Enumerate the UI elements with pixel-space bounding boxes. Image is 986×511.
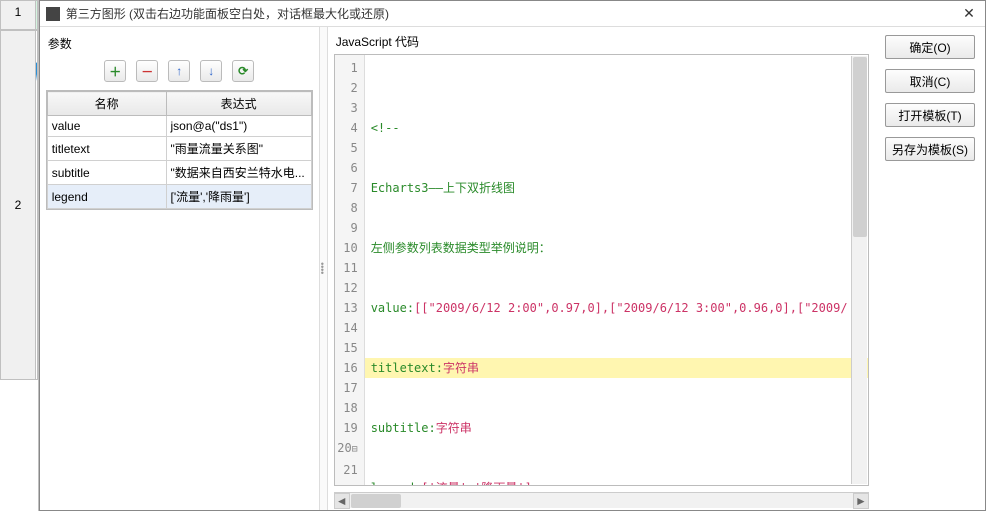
move-down-button[interactable]: ↓ (200, 60, 222, 82)
shield-icon (36, 41, 37, 131)
cell-thumbnail-1[interactable] (36, 1, 37, 29)
splitter-handle[interactable]: •••• (320, 27, 328, 510)
close-icon[interactable]: ✕ (959, 5, 979, 22)
code-panel: JavaScript 代码 12345678910111213141516171… (328, 27, 875, 510)
row-number-2[interactable]: 2 (1, 31, 36, 379)
cancel-button[interactable]: 取消(C) (885, 69, 975, 93)
dialog-buttons-panel: 确定(O) 取消(C) 打开模板(T) 另存为模板(S) (875, 27, 985, 510)
third-party-graphic-dialog: 第三方图形 (双击右边功能面板空白处，对话框最大化或还原) ✕ 参数 ＋ － ↑… (39, 0, 986, 511)
col-header-name[interactable]: 名称 (47, 92, 166, 116)
line-gutter: 1234567891011121314151617181920⊟21 (335, 55, 365, 485)
delete-button[interactable]: － (136, 60, 158, 82)
cell-thumbnail-2[interactable] (36, 31, 37, 379)
table-row-selected: legend['流量','降雨量'] (47, 185, 311, 209)
code-heading: JavaScript 代码 (328, 27, 875, 54)
ok-button[interactable]: 确定(O) (885, 35, 975, 59)
table-row: subtitle"数据来自西安兰特水电... (47, 161, 311, 185)
save-template-button[interactable]: 另存为模板(S) (885, 137, 975, 161)
scroll-left-icon[interactable]: ◄ (334, 493, 350, 509)
dialog-icon (46, 7, 60, 21)
worksheet-left-strip: 1 2 (0, 0, 39, 511)
move-up-button[interactable]: ↑ (168, 60, 190, 82)
row-number-1[interactable]: 1 (1, 1, 36, 29)
code-editor[interactable]: 1234567891011121314151617181920⊟21 <!-- … (334, 54, 869, 486)
table-row: valuejson@a("ds1") (47, 116, 311, 137)
table-row: titletext"雨量流量关系图" (47, 137, 311, 161)
fold-icon[interactable]: ⊟ (352, 444, 358, 455)
params-panel: 参数 ＋ － ↑ ↓ ⟳ 名称 表达式 (40, 27, 320, 510)
dialog-titlebar[interactable]: 第三方图形 (双击右边功能面板空白处，对话框最大化或还原) ✕ (40, 1, 985, 27)
scroll-thumb[interactable] (351, 494, 401, 508)
dialog-title: 第三方图形 (双击右边功能面板空白处，对话框最大化或还原) (66, 5, 959, 22)
params-toolbar: ＋ － ↑ ↓ ⟳ (46, 56, 313, 90)
params-table[interactable]: 名称 表达式 valuejson@a("ds1") titletext"雨量流量… (46, 90, 313, 210)
refresh-button[interactable]: ⟳ (232, 60, 254, 82)
editor-horizontal-scrollbar[interactable]: ◄ ► (334, 492, 869, 508)
scroll-right-icon[interactable]: ► (853, 493, 869, 509)
add-button[interactable]: ＋ (104, 60, 126, 82)
open-template-button[interactable]: 打开模板(T) (885, 103, 975, 127)
grip-icon: •••• (321, 263, 324, 275)
code-area[interactable]: <!-- Echarts3——上下双折线图 左侧参数列表数据类型举例说明： va… (365, 55, 868, 485)
params-heading: 参数 (46, 31, 313, 56)
col-header-expr[interactable]: 表达式 (166, 92, 311, 116)
